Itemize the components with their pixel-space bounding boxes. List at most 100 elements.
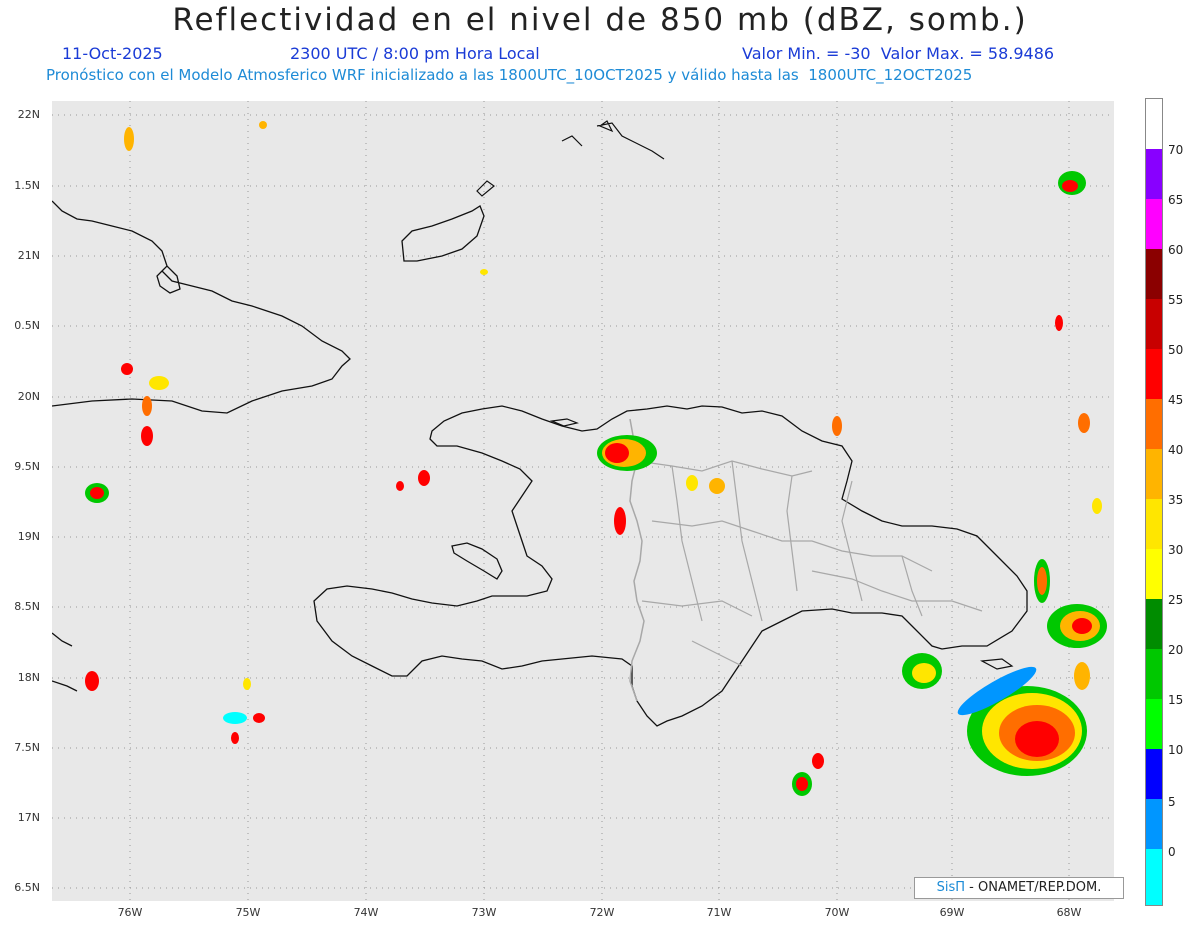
cb-label-70: 70 xyxy=(1168,143,1184,157)
x-tick-2: 74W xyxy=(353,906,379,919)
y-tick-1: 1.5N xyxy=(14,179,40,192)
cb-label-60: 60 xyxy=(1168,243,1184,257)
storm-cell-east-coast-core xyxy=(1037,567,1047,595)
y-tick-3: 0.5N xyxy=(14,319,40,332)
storm-cell-far-east xyxy=(1074,662,1090,690)
x-tick-8: 68W xyxy=(1056,906,1082,919)
saona-island xyxy=(979,658,1014,670)
storm-cell-southwest3 xyxy=(253,713,265,723)
x-tick-4: 72W xyxy=(589,906,615,919)
map-svg xyxy=(51,101,1114,901)
storm-cell-west5 xyxy=(142,396,152,416)
gridlines xyxy=(52,101,1114,901)
turks-caicos xyxy=(561,120,665,160)
cb-label-45: 45 xyxy=(1168,393,1184,407)
y-tick-5: 9.5N xyxy=(14,460,40,473)
bahamas-island-inagua xyxy=(401,205,485,262)
cb-swatch-11 xyxy=(1146,649,1162,699)
gonave-island xyxy=(451,542,503,580)
y-tick-10: 17N xyxy=(17,811,40,824)
storm-cell-north-center xyxy=(832,416,842,436)
cb-label-55: 55 xyxy=(1168,293,1184,307)
cb-label-20: 20 xyxy=(1168,643,1184,657)
credit-box: SisΠ - ONAMET/REP.DOM. xyxy=(914,877,1124,899)
credit-brand: SisΠ xyxy=(936,880,966,895)
y-tick-4: 20N xyxy=(17,390,40,403)
cb-swatch-2 xyxy=(1146,199,1162,249)
cb-swatch-6 xyxy=(1146,399,1162,449)
x-tick-7: 69W xyxy=(939,906,965,919)
cb-label-25: 25 xyxy=(1168,593,1184,607)
storm-cell-north-dr2 xyxy=(686,475,698,491)
x-tick-5: 71W xyxy=(706,906,732,919)
storm-cell-northeast-core xyxy=(1062,180,1078,192)
cb-swatch-7 xyxy=(1146,449,1162,499)
storm-cell-northwest1 xyxy=(124,127,134,151)
storm-cell-northwest2 xyxy=(259,121,267,129)
storm-cell-east-small2 xyxy=(1055,315,1063,331)
y-tick-9: 7.5N xyxy=(14,741,40,754)
storm-cell-central3 xyxy=(480,269,488,275)
y-tick-2: 21N xyxy=(17,249,40,262)
storm-cell-central1 xyxy=(418,470,430,486)
credit-text: - ONAMET/REP.DOM. xyxy=(965,880,1102,895)
storm-cell-northwest-haiti xyxy=(614,507,626,535)
storm-cell-east-small xyxy=(1078,413,1090,433)
cb-swatch-15 xyxy=(1146,849,1162,905)
storm-cell-southwest1 xyxy=(85,671,99,691)
storm-cell-north-haiti-max xyxy=(605,443,629,463)
map-area xyxy=(51,101,1114,901)
min-max-values: Valor Min. = -30 Valor Max. = 58.9486 xyxy=(742,44,1055,63)
cuba-west-coast xyxy=(51,632,78,692)
x-tick-3: 73W xyxy=(471,906,497,919)
cb-swatch-1 xyxy=(1146,149,1162,199)
storm-cell-east-small3 xyxy=(1092,498,1102,514)
colorbar xyxy=(1145,98,1163,906)
cb-swatch-12 xyxy=(1146,699,1162,749)
storm-cell-south-core xyxy=(796,777,808,791)
cb-label-50: 50 xyxy=(1168,343,1184,357)
cb-label-35: 35 xyxy=(1168,493,1184,507)
storm-cell-west-of-complex-core xyxy=(912,663,936,683)
x-tick-6: 70W xyxy=(824,906,850,919)
chart-title: Reflectividad en el nivel de 850 mb (dBZ… xyxy=(172,2,1028,38)
forecast-time: 2300 UTC / 8:00 pm Hora Local xyxy=(290,44,540,63)
storm-cell-southwest2 xyxy=(223,712,247,724)
storm-cell-south2 xyxy=(812,753,824,769)
cb-label-30: 30 xyxy=(1168,543,1184,557)
storm-cell-central2 xyxy=(396,481,404,491)
y-tick-8: 18N xyxy=(17,671,40,684)
cb-label-65: 65 xyxy=(1168,193,1184,207)
cb-label-10: 10 xyxy=(1168,743,1184,757)
model-description: Pronóstico con el Modelo Atmosferico WRF… xyxy=(46,66,973,84)
cb-swatch-10 xyxy=(1146,599,1162,649)
cb-swatch-13 xyxy=(1146,749,1162,799)
cb-label-5: 5 xyxy=(1168,795,1176,809)
cb-label-15: 15 xyxy=(1168,693,1184,707)
bahamas-island-mayaguana xyxy=(476,180,495,197)
cb-label-0: 0 xyxy=(1168,845,1176,859)
cuba-coastline xyxy=(51,200,351,414)
y-tick-6: 19N xyxy=(17,530,40,543)
storm-cell-west1-core xyxy=(90,487,104,499)
dr-provinces xyxy=(636,460,983,667)
cb-swatch-3 xyxy=(1146,249,1162,299)
storm-cell-southeast-max xyxy=(1015,721,1059,757)
cb-swatch-0 xyxy=(1146,99,1162,149)
reflectivity-cells xyxy=(85,121,1107,796)
cb-label-40: 40 xyxy=(1168,443,1184,457)
storm-cell-north-dr xyxy=(709,478,725,494)
tortuga-island xyxy=(549,418,580,427)
cb-swatch-5 xyxy=(1146,349,1162,399)
forecast-date: 11-Oct-2025 xyxy=(62,44,163,63)
storm-cell-west2 xyxy=(141,426,153,446)
y-tick-11: 6.5N xyxy=(14,881,40,894)
x-tick-1: 75W xyxy=(235,906,261,919)
storm-cell-east-max xyxy=(1072,618,1092,634)
cb-swatch-4 xyxy=(1146,299,1162,349)
storm-cell-west3 xyxy=(149,376,169,390)
cb-swatch-8 xyxy=(1146,499,1162,549)
cb-swatch-14 xyxy=(1146,799,1162,849)
cb-swatch-9 xyxy=(1146,549,1162,599)
storm-cell-southwest5 xyxy=(243,678,251,690)
